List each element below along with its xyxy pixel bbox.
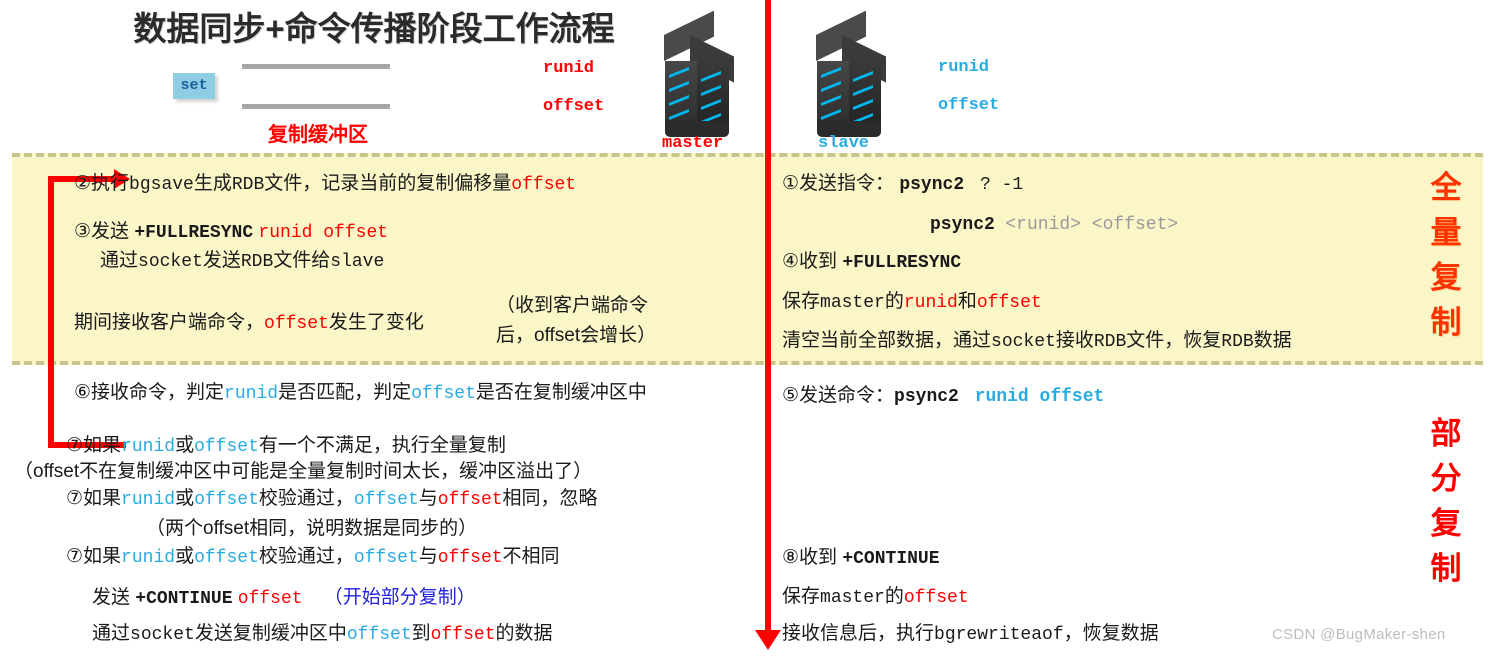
phase-label-full-resync: 全 量 复 制	[1430, 170, 1462, 340]
step-number-1: ①发送指令：	[782, 173, 895, 194]
offset-token-blue: offset	[346, 625, 412, 645]
retry-arrow-shaft	[48, 176, 54, 448]
runid-token: runid	[121, 490, 176, 510]
replication-buffer-bar-bottom	[242, 104, 390, 109]
fullresync-token: +FULLRESYNC	[134, 223, 254, 243]
slave-full-save-runid-offset: 保存master的runid和offset	[782, 291, 1042, 313]
bgrewriteaof-token: bgrewriteaof	[934, 625, 1064, 645]
master-full-step2: ②执行bgsave生成RDB文件，记录当前的复制偏移量offset	[74, 173, 577, 195]
master-full-note-line1: （收到客户端命令	[496, 295, 649, 316]
master-partial-note2: （两个offset相同，说明数据是同步的）	[146, 518, 478, 539]
offset-token: offset	[511, 175, 577, 195]
slave-full-step1: ①发送指令： psync2 ? -1	[782, 174, 1023, 194]
fullresync-token: +FULLRESYNC	[842, 253, 962, 273]
replication-buffer-bar-top	[242, 64, 390, 69]
master-partial-step6: ⑥接收命令，判定runid是否匹配，判定offset是否在复制缓冲区中	[74, 382, 647, 404]
master-partial-note1: （offset不在复制缓冲区中可能是全量复制时间太长，缓冲区溢出了）	[14, 461, 593, 482]
runid-token: runid	[903, 293, 958, 313]
master-full-note-line2: 后，offset会增长）	[496, 325, 657, 346]
step-number-4: ④收到	[782, 251, 843, 272]
master-offset-label: offset	[543, 97, 605, 116]
runid-token: runid	[224, 384, 279, 404]
master-runid-label: runid	[543, 59, 595, 78]
slave-partial-bgrewriteaof: 接收信息后，执行bgrewriteaof，恢复数据	[782, 623, 1159, 645]
step-number-7: ⑦如果	[66, 546, 122, 567]
offset-token: offset	[411, 384, 476, 404]
offset-token: offset	[194, 548, 259, 568]
psync2-token: psync2	[899, 175, 965, 195]
offset-token: offset	[194, 490, 259, 510]
runid-token: runid	[121, 437, 176, 457]
step-number-3: ③发送	[74, 221, 135, 242]
step-number-8: ⑧收到	[782, 547, 843, 568]
step-number-7: ⑦如果	[66, 435, 122, 456]
runid-token: runid	[121, 548, 176, 568]
slave-partial-step8: ⑧收到 +CONTINUE	[782, 548, 940, 568]
continue-token: +CONTINUE	[842, 549, 940, 569]
step-number-2: ②执行	[74, 173, 130, 194]
master-partial-step7a: ⑦如果runid或offset有一个不满足，执行全量复制	[66, 435, 506, 457]
offset-token: offset	[976, 293, 1042, 313]
master-partial-step7b: ⑦如果runid或offset校验通过，offset与offset相同，忽略	[66, 488, 598, 510]
step-number-7: ⑦如果	[66, 488, 122, 509]
master-full-step3-sub: 通过socket发送RDB文件给slave	[100, 250, 385, 272]
slave-name-label: slave	[818, 134, 870, 153]
master-slave-divider-axis	[765, 0, 771, 636]
master-full-offset-change: 期间接收客户端命令，offset发生了变化	[74, 312, 424, 334]
phase-label-partial-resync: 部 分 复 制	[1430, 416, 1462, 586]
offset-token: offset	[264, 314, 329, 334]
offset-token-red: offset	[437, 490, 503, 510]
author-watermark: CSDN @BugMaker-shen	[1272, 626, 1446, 643]
offset-token-blue: offset	[353, 490, 419, 510]
offset-token: offset	[903, 588, 969, 608]
slave-offset-label: offset	[938, 96, 1000, 115]
psync2-token: psync2	[894, 387, 959, 407]
psync2-args-placeholder: <runid> <offset>	[1005, 215, 1179, 235]
step-number-6: ⑥接收命令，判定	[74, 382, 225, 403]
slave-full-step1-alt: psync2 <runid> <offset>	[930, 214, 1178, 234]
master-partial-send-continue: 发送 +CONTINUE offset （开始部分复制）	[92, 587, 476, 609]
runid-offset-token: runid offset	[974, 387, 1105, 407]
step-number-5: ⑤发送命令：	[782, 385, 895, 406]
psync2-token: psync2	[930, 215, 995, 235]
master-name-label: master	[662, 134, 724, 153]
master-server-rack-icon	[660, 10, 738, 139]
master-partial-step7c: ⑦如果runid或offset校验通过，offset与offset不相同	[66, 546, 560, 568]
axis-arrow-head-icon	[755, 630, 781, 650]
continue-token: +CONTINUE	[135, 589, 233, 609]
offset-token-red: offset	[430, 625, 496, 645]
slave-runid-label: runid	[938, 58, 990, 77]
partial-start-note: （开始部分复制）	[323, 587, 476, 608]
runid-offset-token: runid offset	[258, 223, 389, 243]
slave-full-flush-and-load: 清空当前全部数据，通过socket接收RDB文件，恢复RDB数据	[782, 330, 1292, 352]
slave-full-step4: ④收到 +FULLRESYNC	[782, 252, 961, 272]
master-full-step3: ③发送 +FULLRESYNC runid offset	[74, 222, 388, 242]
set-command-token: set	[173, 73, 215, 99]
psync2-args: ? -1	[979, 175, 1024, 195]
slave-server-rack-icon	[812, 10, 890, 139]
offset-token: offset	[194, 437, 259, 457]
set-command-label: set	[180, 77, 208, 94]
diagram-canvas: 黑马 www.itheima.com 数据同步+命令传播阶段工作流程 set 复…	[0, 0, 1495, 659]
offset-token: offset	[237, 589, 303, 609]
page-title: 数据同步+命令传播阶段工作流程	[133, 10, 615, 47]
master-partial-send-buffer: 通过socket发送复制缓冲区中offset到offset的数据	[92, 623, 553, 645]
offset-token-blue: offset	[353, 548, 419, 568]
offset-token-red: offset	[437, 548, 503, 568]
replication-buffer-label: 复制缓冲区	[268, 124, 368, 146]
slave-partial-save-offset: 保存master的offset	[782, 586, 969, 608]
slave-partial-step5: ⑤发送命令：psync2 runid offset	[782, 386, 1104, 406]
